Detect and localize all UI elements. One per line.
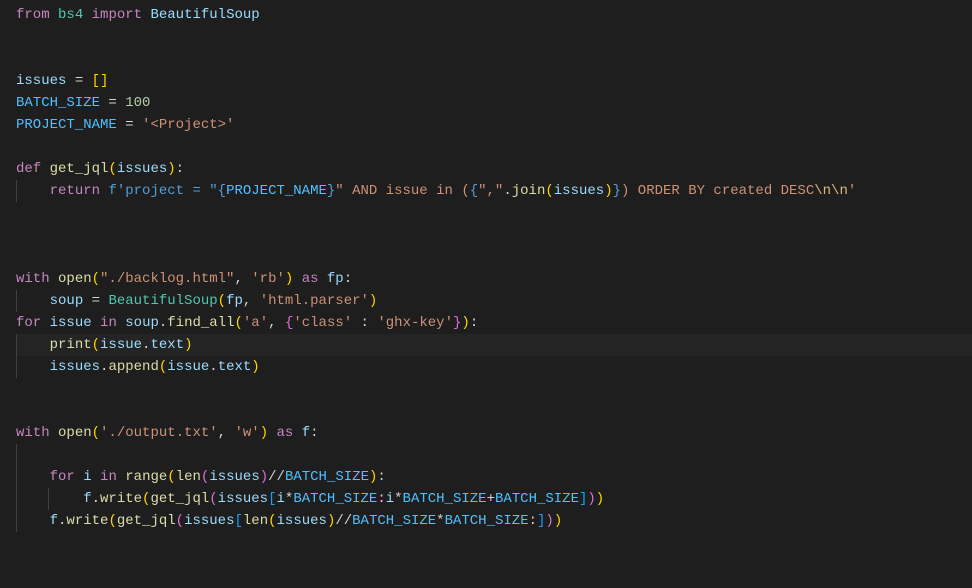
import-name: BeautifulSoup xyxy=(150,7,259,23)
code-line[interactable] xyxy=(16,378,972,400)
code-line[interactable]: f.write(get_jql(issues[i*BATCH_SIZE:i*BA… xyxy=(16,488,972,510)
keyword-with: with xyxy=(16,425,50,441)
module-name: bs4 xyxy=(58,7,83,23)
code-line[interactable] xyxy=(16,202,972,224)
code-line[interactable]: return f'project = "{PROJECT_NAME}" AND … xyxy=(16,180,972,202)
code-line[interactable] xyxy=(16,136,972,158)
code-line[interactable]: for i in range(len(issues)//BATCH_SIZE): xyxy=(16,466,972,488)
keyword-return: return xyxy=(50,183,100,199)
keyword-for: for xyxy=(16,315,41,331)
constant: BATCH_SIZE xyxy=(16,95,100,111)
function-name: get_jql xyxy=(50,161,109,177)
parameter: issues xyxy=(117,161,167,177)
code-line-highlighted[interactable]: print(issue.text) xyxy=(16,334,972,356)
code-line[interactable] xyxy=(16,246,972,268)
code-line[interactable]: with open('./output.txt', 'w') as f: xyxy=(16,422,972,444)
code-line[interactable] xyxy=(16,48,972,70)
code-line[interactable]: f.write(get_jql(issues[len(issues)//BATC… xyxy=(16,510,972,532)
code-line[interactable] xyxy=(16,400,972,422)
keyword-import: import xyxy=(92,7,142,23)
keyword-for: for xyxy=(50,469,75,485)
keyword-def: def xyxy=(16,161,41,177)
variable: issues xyxy=(16,73,66,89)
code-line[interactable]: issues = [] xyxy=(16,70,972,92)
number-literal: 100 xyxy=(125,95,150,111)
code-line[interactable]: with open("./backlog.html", 'rb') as fp: xyxy=(16,268,972,290)
code-line[interactable] xyxy=(16,26,972,48)
code-line[interactable]: soup = BeautifulSoup(fp, 'html.parser') xyxy=(16,290,972,312)
code-line[interactable] xyxy=(16,444,972,466)
code-line[interactable]: from bs4 import BeautifulSoup xyxy=(16,4,972,26)
keyword-with: with xyxy=(16,271,50,287)
string-literal: '<Project>' xyxy=(142,117,234,133)
code-line[interactable]: for issue in soup.find_all('a', {'class'… xyxy=(16,312,972,334)
constant: PROJECT_NAME xyxy=(16,117,117,133)
keyword-from: from xyxy=(16,7,50,23)
code-line[interactable]: issues.append(issue.text) xyxy=(16,356,972,378)
code-line[interactable]: def get_jql(issues): xyxy=(16,158,972,180)
code-line[interactable]: BATCH_SIZE = 100 xyxy=(16,92,972,114)
code-line[interactable]: PROJECT_NAME = '<Project>' xyxy=(16,114,972,136)
code-line[interactable] xyxy=(16,224,972,246)
